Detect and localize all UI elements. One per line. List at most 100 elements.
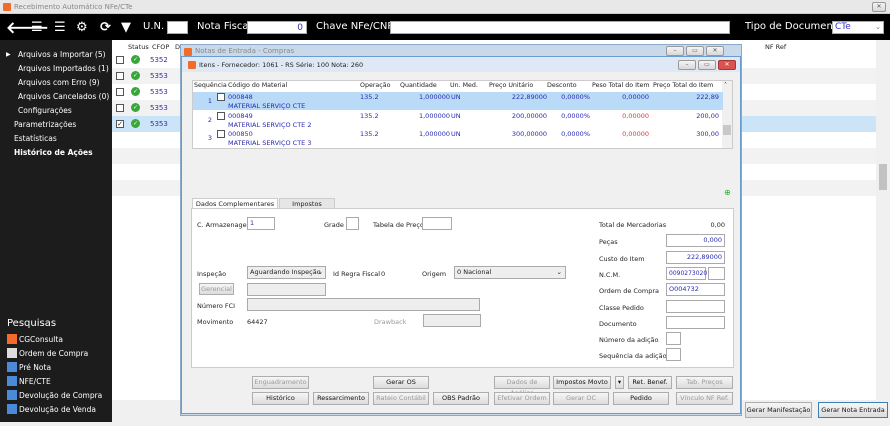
un-input[interactable] xyxy=(167,21,188,34)
row-checkbox[interactable] xyxy=(116,104,124,112)
gerar-os-button[interactable]: Gerar OS xyxy=(373,376,429,389)
pesquisa-cgconsulta[interactable]: CGConsulta xyxy=(7,334,63,344)
col-status[interactable]: Status xyxy=(128,43,149,51)
sidebar-item-arquivos-importados[interactable]: Arquivos Importados (1) xyxy=(18,64,109,73)
pesquisa-pre-nota[interactable]: Pré Nota xyxy=(7,362,51,372)
pesquisa-devolucao-venda[interactable]: Devolução de Venda xyxy=(7,404,96,414)
documento-input[interactable] xyxy=(666,316,725,329)
sidebar-item-configuracoes[interactable]: Configurações xyxy=(18,106,72,115)
scroll-up-icon[interactable]: ˄ xyxy=(724,82,727,89)
settings-list-icon[interactable]: ⚙ xyxy=(76,20,88,35)
sidebar-item-arquivos-importar[interactable]: Arquivos a Importar (5) xyxy=(18,50,106,59)
col-nf-ref[interactable]: NF Ref xyxy=(765,43,786,51)
restore-icon[interactable]: ▭ xyxy=(698,60,716,70)
pecas-input[interactable]: 0,000 xyxy=(666,234,725,247)
tabela-preco-input[interactable] xyxy=(422,217,452,230)
col-codigo[interactable]: Código do Material xyxy=(228,82,287,89)
efetivar-ordem-button[interactable]: Efetivar Ordem xyxy=(494,392,550,405)
col-operacao[interactable]: Operação xyxy=(360,82,390,89)
col-un-med[interactable]: Un. Med. xyxy=(450,82,478,89)
scrollbar-thumb[interactable] xyxy=(879,164,887,190)
list-icon[interactable]: ☰ xyxy=(54,20,66,35)
ncm-input[interactable]: 0090273020 xyxy=(666,267,707,280)
app-icon xyxy=(184,48,192,56)
item-checkbox[interactable] xyxy=(217,111,225,120)
item-checkbox[interactable] xyxy=(217,130,225,138)
pesquisa-devolucao-compra[interactable]: Devolução de Compra xyxy=(7,390,102,400)
grade-input[interactable] xyxy=(346,217,359,230)
col-preco-unitario[interactable]: Preço Unitário xyxy=(489,82,533,89)
close-icon[interactable]: ✕ xyxy=(718,60,736,70)
col-desconto[interactable]: Desconto xyxy=(547,82,577,89)
enguadramento-button[interactable]: Enguadramento xyxy=(252,376,309,389)
row-checkbox[interactable] xyxy=(116,72,124,80)
col-sequencia[interactable]: Sequência xyxy=(194,82,227,89)
custo-item-input[interactable]: 222,89000 xyxy=(666,251,725,264)
ncm-label: N.C.M. xyxy=(599,271,621,279)
tipo-documento-select[interactable]: CTe ⌄ xyxy=(832,21,884,34)
col-peso-total[interactable]: Peso Total do Item xyxy=(592,82,649,89)
armazenagem-input[interactable]: 1 xyxy=(247,217,275,230)
minimize-icon[interactable]: – xyxy=(666,46,684,56)
pesquisa-ordem-compra[interactable]: Ordem de Compra xyxy=(7,348,88,358)
checklist-icon[interactable]: ☰ xyxy=(31,20,43,35)
ordem-compra-input[interactable]: O004732 xyxy=(666,283,725,296)
col-preco-total[interactable]: Preço Total do Item xyxy=(653,82,713,89)
numero-adicao-input[interactable] xyxy=(666,332,681,345)
col-quantidade[interactable]: Quantidade xyxy=(400,82,437,89)
tab-precos-button[interactable]: Tab. Preços xyxy=(676,376,733,389)
refresh-icon[interactable]: ⟳ xyxy=(100,20,111,35)
ret-benef-button[interactable]: Ret. Benef. xyxy=(628,376,672,389)
chave-input[interactable] xyxy=(390,21,730,34)
historico-button[interactable]: Histórico xyxy=(252,392,309,405)
rateio-contabil-button[interactable]: Rateio Contábil xyxy=(373,392,429,405)
row-checkbox-checked[interactable]: ✓ xyxy=(116,120,124,128)
sidebar-item-arquivos-cancelados[interactable]: Arquivos Cancelados (0) xyxy=(18,92,109,101)
pesquisa-nfe-cte[interactable]: NFE/CTE xyxy=(7,376,51,386)
close-icon[interactable]: ✕ xyxy=(872,2,886,12)
vinculo-nf-ref-button[interactable]: Vínculo NF Ref. xyxy=(676,392,733,405)
drawback-input[interactable] xyxy=(423,314,481,327)
obs-padrao-button[interactable]: OBS Padrão xyxy=(433,392,489,405)
sequencia-adicao-input[interactable] xyxy=(666,348,681,361)
impostos-movto-button[interactable]: Impostos Movto xyxy=(553,376,611,389)
scrollbar-thumb[interactable] xyxy=(723,125,731,135)
item-row-selected[interactable]: 1 135.2 1,000000 UN 222,89000 0,0000% 0,00000 2… xyxy=(193,92,723,110)
sidebar-item-arquivos-erro[interactable]: Arquivos com Erro (9) xyxy=(18,78,100,87)
dropdown-arrow-icon[interactable]: ▾ xyxy=(615,376,624,389)
inspecao-select[interactable]: Aguardando Inspeção ⌄ xyxy=(247,266,326,279)
status-ok-icon: ✓ xyxy=(131,103,140,112)
inspecao-value: Aguardando Inspeção xyxy=(250,268,321,276)
fci-input[interactable] xyxy=(247,298,480,311)
sidebar-item-estatisticas[interactable]: Estatísticas xyxy=(14,134,57,143)
ressarcimento-button[interactable]: Ressarcimento xyxy=(313,392,369,405)
sidebar-item-historico[interactable]: Histórico de Ações xyxy=(14,148,93,157)
gerencial-input[interactable] xyxy=(247,283,326,296)
row-checkbox[interactable] xyxy=(116,56,124,64)
item-checkbox[interactable] xyxy=(217,93,225,101)
add-search-icon[interactable]: ⊕ xyxy=(724,188,731,197)
row-checkbox[interactable] xyxy=(116,88,124,96)
nota-fiscal-input[interactable] xyxy=(247,21,307,34)
gerencial-button[interactable]: Gerencial xyxy=(199,283,234,295)
origem-select[interactable]: 0 Nacional ⌄ xyxy=(454,266,566,279)
item-code-cell: 000850 xyxy=(228,130,253,138)
vertical-scrollbar[interactable] xyxy=(876,40,890,400)
col-cfop[interactable]: CFOP xyxy=(152,43,169,51)
classe-pedido-input[interactable] xyxy=(666,300,725,313)
item-row[interactable]: 2 135.2 1,000000 UN 200,00000 0,0000% 0,00000 2… xyxy=(193,111,723,129)
maximize-icon[interactable]: ▭ xyxy=(686,46,704,56)
pedido-button[interactable]: Pedido xyxy=(613,392,669,405)
dados-analise-button[interactable]: Dados de Análise xyxy=(494,376,550,397)
filter-icon[interactable]: ▼ xyxy=(121,20,131,35)
gerar-nota-entrada-button[interactable]: Gerar Nota Entrada xyxy=(818,402,888,418)
gerar-manifestacao-button[interactable]: Gerar Manifestação xyxy=(745,402,812,418)
minimize-icon[interactable]: – xyxy=(678,60,696,70)
ncm-extra-input[interactable] xyxy=(708,267,725,280)
gerar-oc-button[interactable]: Gerar OC xyxy=(553,392,609,405)
grid-scrollbar[interactable]: ˄ xyxy=(722,81,732,148)
sidebar-item-parametrizacoes[interactable]: Parametrizações xyxy=(14,120,76,129)
item-row[interactable]: 3 135.2 1,000000 UN 300,00000 0,0000% 0,00000 3… xyxy=(193,129,723,147)
item-disc-cell: 0,0000% xyxy=(561,93,590,101)
close-icon[interactable]: ✕ xyxy=(706,46,724,56)
